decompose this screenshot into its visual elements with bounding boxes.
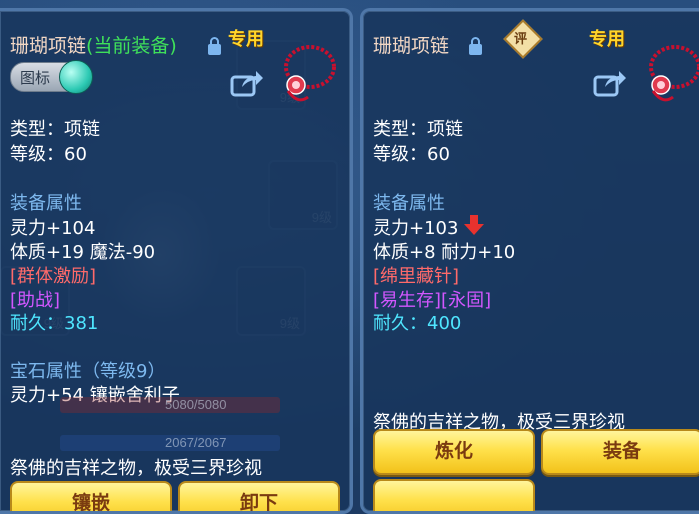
section-attrs: 装备属性	[373, 193, 445, 214]
special-tag: 专用	[589, 29, 625, 50]
toggle-knob-icon	[59, 60, 93, 94]
hp-bar-text: 5080/5080	[165, 397, 227, 412]
item-name: 珊瑚项链	[373, 35, 450, 57]
attr-line: 灵力+104	[10, 218, 96, 239]
section-gem: 宝石属性（等级9）	[10, 361, 166, 382]
equipped-tag: (当前装备)	[86, 35, 177, 57]
lock-icon[interactable]	[469, 37, 482, 55]
compare-item-panel: 珊瑚项链 评 专用 类型：项链 等级：60 装备属性 灵力+103 体质+8 耐…	[360, 8, 699, 514]
necklace-icon	[649, 45, 699, 102]
toggle-label: 图标	[20, 69, 51, 87]
extra-button[interactable]	[373, 479, 535, 511]
type-line: 类型：项链	[10, 119, 100, 140]
mp-bar-text: 2067/2067	[165, 435, 227, 450]
necklace-icon	[284, 45, 336, 102]
item-description: 祭佛的吉祥之物，极受三界珍视	[10, 458, 262, 479]
review-badge-label: 评	[514, 32, 528, 47]
level-line: 等级：60	[10, 144, 87, 165]
attr-line: 体质+19 魔法-90	[10, 242, 156, 263]
durability-line: 耐久：381	[10, 313, 99, 334]
unequip-button[interactable]: 卸下	[178, 481, 340, 511]
share-icon[interactable]	[230, 69, 264, 97]
lock-icon[interactable]	[208, 37, 221, 55]
level-line: 等级：60	[373, 144, 450, 165]
share-icon[interactable]	[593, 69, 627, 97]
special-tag: 专用	[228, 29, 264, 50]
section-attrs: 装备属性	[10, 193, 82, 214]
attr-line: 体质+8 耐力+10	[373, 242, 516, 263]
refine-button[interactable]: 炼化	[373, 429, 535, 475]
durability-line: 耐久：400	[373, 313, 462, 334]
equip-button[interactable]: 装备	[541, 429, 699, 475]
item-title: 珊瑚项链(当前装备)	[10, 31, 177, 58]
inlay-button[interactable]: 镶嵌	[10, 481, 172, 511]
arrow-down-icon	[464, 215, 484, 235]
special-effect: [群体激励]	[10, 266, 97, 287]
attr-line: 灵力+103	[373, 218, 459, 239]
type-line: 类型：项链	[373, 119, 463, 140]
item-name: 珊瑚项链	[10, 35, 87, 57]
icon-toggle[interactable]: 图标	[10, 60, 93, 94]
equipped-item-panel: 珊瑚项链(当前装备) 专用 图标 类型：项链 等级：60 装备属性 灵力+104…	[0, 8, 353, 514]
special-effect: [绵里藏针]	[373, 266, 460, 287]
